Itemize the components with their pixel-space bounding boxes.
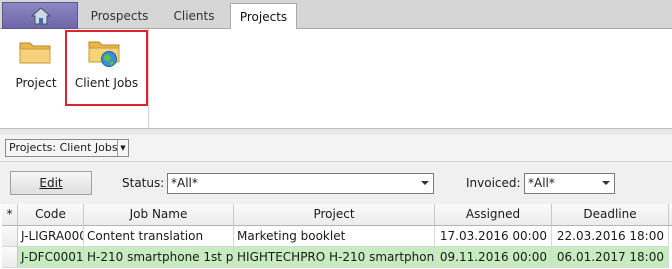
invoiced-label: Invoiced:: [466, 176, 521, 190]
table-cell-project[interactable]: Marketing booklet: [234, 226, 435, 247]
tab-prospects[interactable]: Prospects: [80, 4, 159, 29]
dropdown-arrow-icon: [602, 181, 610, 185]
table-cell-deadline[interactable]: 22.03.2016 18:00: [552, 226, 669, 247]
column-header-code[interactable]: Code: [18, 204, 84, 226]
table-cell-code[interactable]: J-DFC0001: [18, 247, 84, 268]
edit-button[interactable]: Edit: [10, 171, 92, 195]
status-label: Status:: [122, 176, 165, 190]
ribbon-divider: [148, 29, 149, 128]
row-indicator[interactable]: [2, 226, 18, 247]
table-cell-job-name[interactable]: H-210 smartphone 1st pa: [84, 247, 234, 268]
table-cell-job-name[interactable]: Content translation: [84, 226, 234, 247]
column-header-project[interactable]: Project: [234, 204, 435, 226]
folder-icon: [19, 42, 51, 64]
dropdown-arrow-icon: [421, 181, 429, 185]
invoiced-value: *All*: [528, 176, 555, 190]
view-selector-dropdown[interactable]: Projects: Client Jobs ▼: [5, 139, 129, 157]
table-cell-project[interactable]: HIGHTECHPRO H-210 smartphone: [234, 247, 435, 268]
row-indicator[interactable]: [2, 247, 18, 268]
tab-clients[interactable]: Clients: [160, 4, 228, 29]
invoiced-select[interactable]: *All*: [524, 173, 615, 194]
table-cell-assigned[interactable]: 17.03.2016 00:00: [435, 226, 552, 247]
table-cell-deadline[interactable]: 06.01.2017 18:00: [552, 247, 669, 268]
edit-button-label: Edit: [39, 176, 63, 190]
status-value: *All*: [171, 176, 198, 190]
column-header-job-name[interactable]: Job Name: [84, 204, 234, 226]
column-header-deadline[interactable]: Deadline: [552, 204, 669, 226]
highlight-frame: [65, 30, 148, 106]
chevron-down-icon: ▼: [117, 140, 128, 156]
ribbon-button-project[interactable]: Project: [8, 36, 64, 98]
home-icon: [31, 7, 51, 25]
view-selector-value: Projects: Client Jobs: [9, 141, 118, 154]
row-indicator-header[interactable]: *: [2, 204, 18, 226]
table-cell-code[interactable]: J-LIGRA000: [18, 226, 84, 247]
ribbon-button-label: Project: [15, 76, 57, 90]
app-menu-button[interactable]: [2, 2, 78, 29]
table-cell-assigned[interactable]: 09.11.2016 00:00: [435, 247, 552, 268]
column-header-assigned[interactable]: Assigned: [435, 204, 552, 226]
tab-projects[interactable]: Projects: [230, 3, 297, 30]
status-select[interactable]: *All*: [167, 173, 434, 194]
